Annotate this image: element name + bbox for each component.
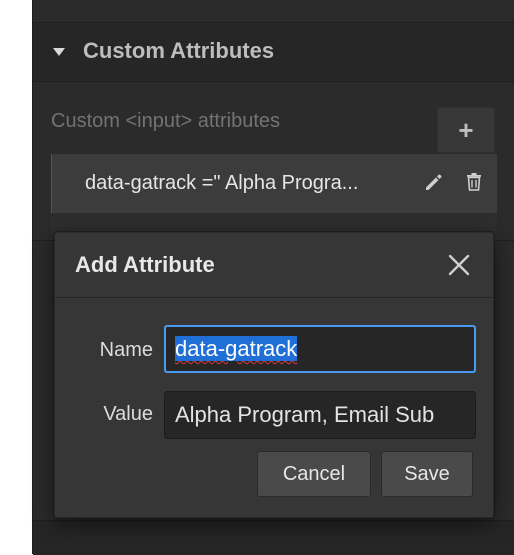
name-label: Name: [99, 339, 153, 361]
attribute-row-text: data-gatrack =" Alpha Progra...: [85, 172, 359, 194]
trash-icon[interactable]: [462, 170, 486, 194]
dialog-title: Add Attribute: [75, 252, 215, 277]
name-input-value: data-gatrack: [175, 336, 298, 361]
value-input[interactable]: Alpha Program, Email Sub: [164, 391, 476, 439]
panel-top-strip: [33, 0, 514, 23]
dialog-header: Add Attribute: [55, 233, 493, 298]
custom-attributes-section-header[interactable]: Custom Attributes: [33, 23, 514, 82]
close-icon[interactable]: [445, 251, 473, 279]
value-label: Value: [103, 403, 153, 425]
pencil-icon[interactable]: [422, 170, 446, 194]
add-attribute-button[interactable]: +: [437, 107, 495, 153]
name-input[interactable]: data-gatrack: [164, 325, 476, 373]
cancel-button[interactable]: Cancel: [257, 451, 371, 497]
section-title: Custom Attributes: [83, 38, 275, 63]
attribute-row[interactable]: data-gatrack =" Alpha Progra...: [51, 154, 497, 213]
panel-bottom-strip: [33, 520, 514, 555]
plus-icon: +: [458, 115, 474, 145]
attributes-description: Custom <input> attributes: [51, 110, 281, 132]
save-button[interactable]: Save: [381, 451, 473, 497]
add-attribute-dialog: Add Attribute Name data-gatrack Value Al…: [54, 232, 494, 518]
caret-down-icon[interactable]: [53, 48, 65, 56]
